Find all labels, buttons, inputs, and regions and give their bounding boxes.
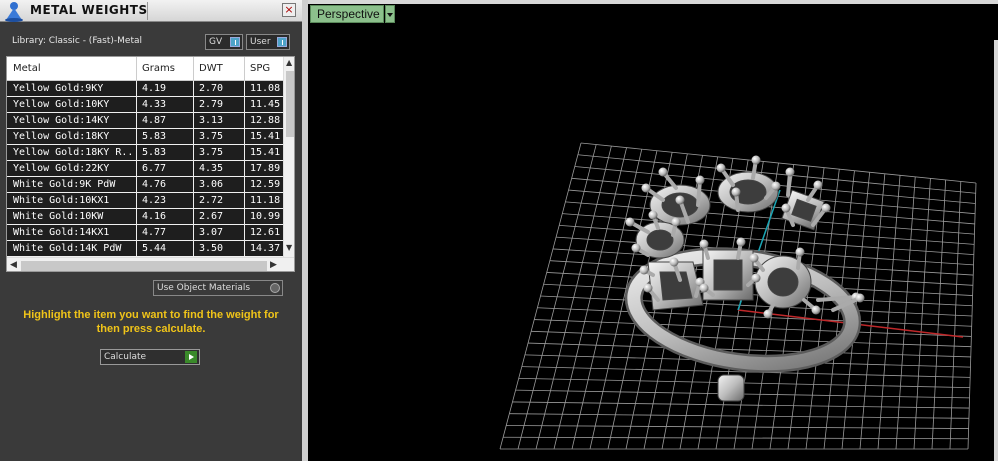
table-cell: 12.61 (250, 227, 281, 238)
ring-model[interactable] (624, 155, 865, 402)
table-cell: 11.08 (250, 83, 281, 94)
table-cell: 3.50 (199, 243, 224, 254)
table-cell: 11.45 (250, 99, 281, 110)
table-row[interactable]: Yellow Gold:18KY 5.83 3.75 15.41 (7, 129, 283, 145)
vertical-scrollbar[interactable]: ▲ ▼ (283, 57, 294, 257)
table-cell: 14.37 (250, 243, 281, 254)
table-header: Metal Grams DWT SPG (7, 57, 283, 81)
table-cell: 4.35 (199, 163, 224, 174)
column-header-grams[interactable]: Grams (142, 63, 175, 74)
table-row[interactable]: White Gold:14KX1 4.77 3.07 12.61 (7, 225, 283, 241)
table-cell: 4.16 (142, 211, 167, 222)
table-cell: 12.88 (250, 115, 281, 126)
toggle-switch-icon (277, 37, 287, 47)
table-row[interactable]: White Gold:9K PdW 4.76 3.06 12.59 (7, 177, 283, 193)
instruction-text: Highlight the item you want to find the … (23, 309, 279, 335)
table-cell: 11.18 (250, 195, 281, 206)
library-label: Library: Classic - (Fast)-Metal (12, 36, 143, 46)
table-cell: 4.76 (142, 179, 167, 190)
3d-viewport[interactable]: Perspective (308, 0, 998, 461)
column-header-metal[interactable]: Metal (13, 63, 41, 74)
table-cell: Yellow Gold:18KY (13, 131, 110, 142)
table-cell: 15.41 (250, 131, 281, 142)
table-cell: 5.44 (142, 243, 167, 254)
table-cell: Yellow Gold:10KY (13, 99, 110, 110)
scroll-left-icon[interactable]: ◀ (10, 260, 17, 270)
app-window: { "panel": { "title": "METAL WEIGHTS", "… (0, 0, 998, 461)
table-cell: 15.41 (250, 147, 281, 158)
user-toggle-label: User (250, 37, 271, 47)
calculate-button[interactable]: Calculate (100, 349, 200, 365)
toggle-switch-icon (230, 37, 240, 47)
table-row[interactable]: Yellow Gold:10KY 4.33 2.79 11.45 (7, 97, 283, 113)
table-cell: White Gold:14K PdW (13, 243, 122, 254)
table-cell: White Gold:10KW (13, 211, 104, 222)
panel-title: METAL WEIGHTS (30, 3, 148, 17)
table-cell: 4.19 (142, 83, 167, 94)
table-cell: White Gold:9K PdW (13, 179, 116, 190)
horizontal-scrollbar[interactable]: ◀ ▶ (7, 257, 294, 271)
title-separator (147, 2, 148, 20)
table-cell: 2.79 (199, 99, 224, 110)
table-cell: 12.59 (250, 179, 281, 190)
scroll-up-icon[interactable]: ▲ (286, 58, 292, 67)
table-cell: Yellow Gold:18KY R... (13, 147, 133, 158)
table-row[interactable]: White Gold:14K PdW 5.44 3.50 14.37 (7, 241, 283, 257)
table-cell: White Gold:14KX1 (13, 227, 110, 238)
app-logo-icon (5, 2, 23, 22)
radio-icon[interactable] (270, 283, 280, 293)
table-cell: 2.72 (199, 195, 224, 206)
metal-weights-panel: METAL WEIGHTS × Library: Classic - (Fast… (0, 0, 302, 461)
table-cell: Yellow Gold:14KY (13, 115, 110, 126)
metal-table: Metal Grams DWT SPG Yellow Gold:9KY 4.19 2… (6, 56, 295, 272)
scroll-right-icon[interactable]: ▶ (270, 260, 277, 270)
table-cell: Yellow Gold:22KY (13, 163, 110, 174)
table-cell: White Gold:10KX1 (13, 195, 110, 206)
table-row[interactable]: Yellow Gold:14KY 4.87 3.13 12.88 (7, 113, 283, 129)
table-cell: 3.75 (199, 131, 224, 142)
table-cell: 17.89 (250, 163, 281, 174)
table-cell: 4.33 (142, 99, 167, 110)
table-cell: 4.77 (142, 227, 167, 238)
close-button[interactable]: × (282, 3, 296, 17)
gv-toggle-label: GV (209, 37, 223, 47)
use-object-materials-option[interactable]: Use Object Materials (153, 280, 283, 296)
column-header-dwt[interactable]: DWT (199, 63, 223, 74)
table-body: Yellow Gold:9KY 4.19 2.70 11.08 Yellow Gold:… (7, 81, 283, 257)
table-cell: 2.67 (199, 211, 224, 222)
table-cell: 10.99 (250, 211, 281, 222)
table-cell: 6.77 (142, 163, 167, 174)
table-cell: 3.06 (199, 179, 224, 190)
table-row[interactable]: White Gold:10KW 4.16 2.67 10.99 (7, 209, 283, 225)
panel-titlebar: METAL WEIGHTS × (0, 0, 302, 22)
table-cell: Yellow Gold:9KY (13, 83, 104, 94)
table-cell: 3.07 (199, 227, 224, 238)
table-cell: 4.23 (142, 195, 167, 206)
scroll-down-icon[interactable]: ▼ (286, 243, 292, 252)
table-cell: 3.13 (199, 115, 224, 126)
use-object-materials-label: Use Object Materials (157, 283, 251, 293)
user-toggle[interactable]: User (246, 34, 290, 50)
play-icon (185, 351, 197, 363)
calculate-label: Calculate (104, 352, 147, 362)
ring-render-scene (499, 142, 977, 450)
table-row[interactable]: Yellow Gold:18KY R... 5.83 3.75 15.41 (7, 145, 283, 161)
gv-toggle[interactable]: GV (205, 34, 243, 50)
table-row[interactable]: Yellow Gold:22KY 6.77 4.35 17.89 (7, 161, 283, 177)
table-cell: 5.83 (142, 131, 167, 142)
vertical-scroll-thumb[interactable] (286, 71, 294, 137)
table-cell: 3.75 (199, 147, 224, 158)
horizontal-scroll-thumb[interactable] (21, 261, 267, 271)
table-cell: 4.87 (142, 115, 167, 126)
table-row[interactable]: White Gold:10KX1 4.23 2.72 11.18 (7, 193, 283, 209)
column-header-spg[interactable]: SPG (250, 63, 270, 74)
table-row[interactable]: Yellow Gold:9KY 4.19 2.70 11.08 (7, 81, 283, 97)
table-cell: 2.70 (199, 83, 224, 94)
table-cell: 5.83 (142, 147, 167, 158)
